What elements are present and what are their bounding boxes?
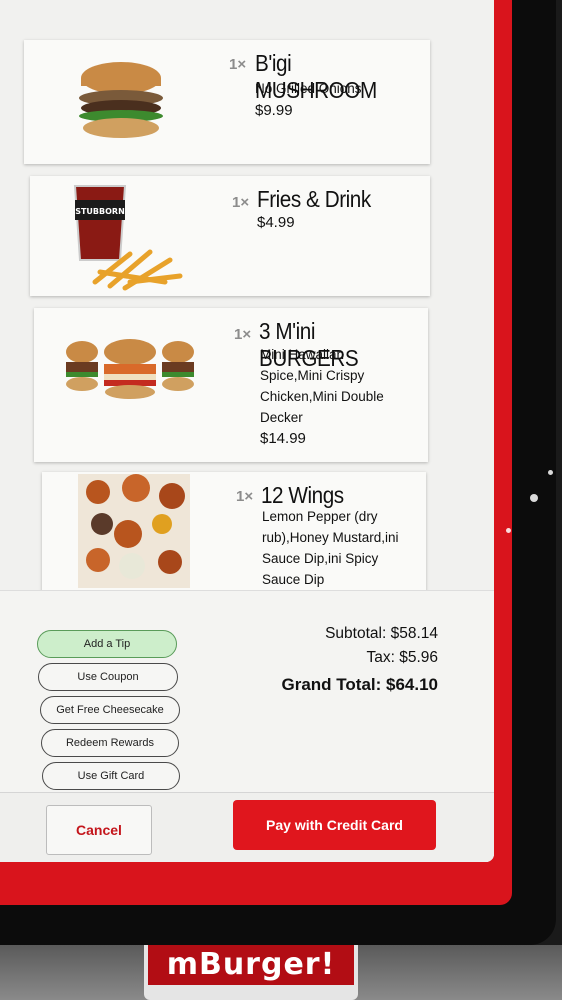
cart-item-mushroom[interactable]: 1× B'igi MUSHROOM No Grilled Onions $9.9… xyxy=(24,40,430,164)
use-gift-card-button[interactable]: Use Gift Card xyxy=(42,762,180,790)
item-qty: 1× xyxy=(236,488,254,505)
pay-credit-card-button[interactable]: Pay with Credit Card xyxy=(233,800,436,850)
grand-total-text: Grand Total: $64.10 xyxy=(281,675,438,694)
wings-image xyxy=(78,474,190,588)
fries-drink-image: STUBBORN xyxy=(73,185,183,291)
item-desc-line: Chicken,Mini Double xyxy=(260,389,384,404)
item-price: $14.99 xyxy=(260,430,306,447)
cart-item-mini-burgers[interactable]: 1× 3 M'ini BURGERS Mini Hawaiian Spice,M… xyxy=(34,308,428,462)
brand-sign: mBurger! xyxy=(148,945,354,985)
kiosk-screen: 1× B'igi MUSHROOM No Grilled Onions $9.9… xyxy=(0,0,494,862)
item-desc-line: Lemon Pepper (dry xyxy=(262,509,378,524)
subtotal-text: Subtotal: $58.14 xyxy=(325,625,438,642)
light-reflection xyxy=(548,470,553,475)
cart-item-wings[interactable]: 1× 12 Wings Lemon Pepper (dry rub),Honey… xyxy=(42,472,426,602)
item-desc-line: Sauce Dip,ini Spicy xyxy=(262,551,379,566)
item-desc-line: No Grilled Onions xyxy=(255,81,362,96)
item-desc-line: Sauce Dip xyxy=(262,572,325,587)
item-price: $9.99 xyxy=(255,102,293,119)
item-qty: 1× xyxy=(232,194,250,211)
item-qty: 1× xyxy=(229,56,247,73)
free-cheesecake-button[interactable]: Get Free Cheesecake xyxy=(40,696,180,724)
add-tip-button[interactable]: Add a Tip xyxy=(37,630,177,658)
mini-burgers-image xyxy=(66,339,194,399)
tax-text: Tax: $5.96 xyxy=(366,649,438,666)
item-price: $4.99 xyxy=(257,214,295,231)
cup-logo-text: STUBBORN xyxy=(75,207,125,216)
light-reflection xyxy=(506,528,511,533)
item-qty: 1× xyxy=(234,326,252,343)
cancel-button[interactable]: Cancel xyxy=(46,805,152,855)
cart-item-fries-drink[interactable]: STUBBORN 1× Fries & Drink $4.99 xyxy=(30,176,430,296)
light-reflection xyxy=(530,494,538,502)
burger-mushroom-image xyxy=(79,62,163,138)
redeem-rewards-button[interactable]: Redeem Rewards xyxy=(41,729,179,757)
item-desc-line: Spice,Mini Crispy xyxy=(260,368,365,383)
use-coupon-button[interactable]: Use Coupon xyxy=(38,663,178,691)
item-desc-line: Decker xyxy=(260,410,303,425)
item-name: Fries & Drink xyxy=(257,186,371,212)
item-desc-line: rub),Honey Mustard,ini xyxy=(262,530,399,545)
item-desc-line: Mini Hawaiian xyxy=(260,347,345,362)
item-name: 12 Wings xyxy=(261,482,344,508)
